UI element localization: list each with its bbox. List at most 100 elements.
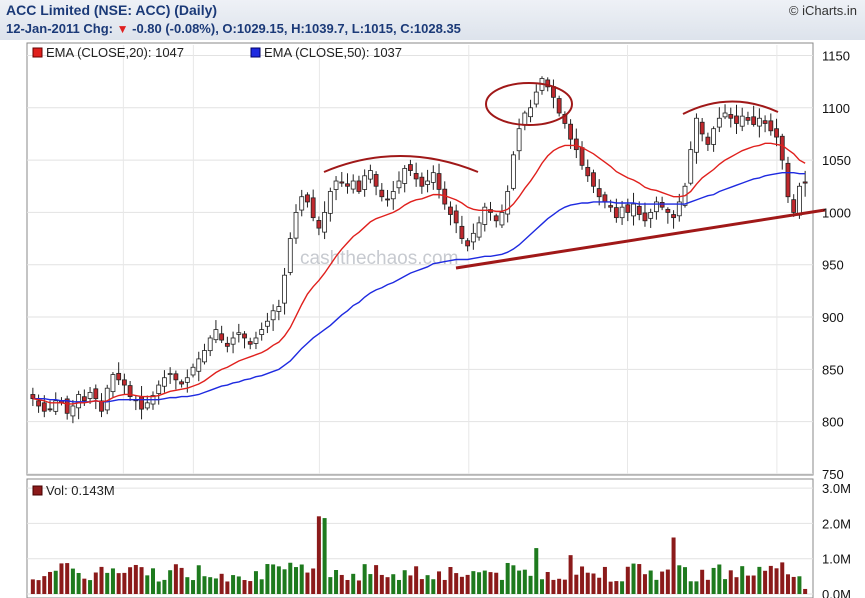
volume-bar [728,570,733,594]
candle-down [728,114,734,119]
volume-bar [803,588,808,594]
volume-bar [414,566,419,594]
candle-up [270,310,276,321]
volume-bar [602,566,607,594]
volume-bar [93,572,98,594]
volume-bar [797,576,802,594]
volume-bar [139,567,144,594]
candle-down [602,194,608,203]
candle-up [430,172,436,183]
volume-bar [30,579,35,594]
volume-bar [660,571,665,594]
volume-bar [751,575,756,594]
volume-bar [122,572,127,594]
candle-up [265,320,270,327]
volume-bar [522,569,527,594]
volume-bar [425,575,430,594]
candle-up [104,387,110,411]
candle-up [648,212,654,219]
volume-bar [59,563,64,594]
candle-up [396,180,402,189]
candle-down [762,120,768,124]
volume-bar [780,562,785,594]
candle-down [665,208,671,213]
volume-bar [551,579,556,594]
candle-down [568,123,573,140]
volume-bar [265,564,270,594]
ema50-legend-label: EMA (CLOSE,50): 1037 [264,45,402,60]
candle-down [671,214,676,219]
candle-down [573,138,579,151]
volume-bar [179,567,184,594]
candle-down [356,180,362,192]
candle-up [299,196,305,211]
volume-bar [185,577,190,594]
volume-bar [242,580,247,594]
candle-down [247,341,253,345]
candle-down [699,121,705,135]
volume-bar [396,579,401,594]
candle-up [70,405,76,417]
volume-bar [482,570,487,594]
candle-down [305,194,310,203]
volume-bar [665,569,670,594]
candle-up [87,391,93,399]
volume-bar [597,577,602,594]
volume-bar [65,563,70,594]
volume-tick-label: 2.0M [822,516,851,531]
candle-down [173,373,179,381]
volume-bar [322,518,327,594]
candle-down [453,210,459,224]
candle-down [179,381,184,385]
volume-bar [168,570,173,594]
candle-down [493,215,499,222]
volume-bar [368,574,373,594]
volume-bar [683,567,688,594]
candle-down [93,388,99,400]
volume-bar [36,580,41,594]
volume-bar [568,555,573,594]
candle-down [459,225,465,239]
candle-up [253,337,259,344]
volume-bar [620,581,625,594]
volume-tick-label: 0.0M [822,587,851,598]
volume-bar [259,579,264,594]
volume-bar [328,577,333,594]
candle-down [41,402,47,412]
candle-down [224,342,230,347]
volume-bar [448,566,453,594]
candle-up [110,374,116,393]
volume-bar [110,568,115,594]
candle-down [36,400,41,407]
candle-down [316,220,322,229]
volume-bar [402,570,407,594]
candle-up [722,112,728,118]
candle-down [579,147,585,166]
volume-bar [276,566,281,594]
candle-up [716,117,722,128]
candle-up [202,350,207,363]
candle-down [47,408,53,411]
candle-down [774,128,779,138]
candle-up [528,107,533,118]
volume-bar [362,564,367,594]
candle-up [510,154,516,189]
volume-bar [48,571,53,594]
price-tick-label: 1000 [822,205,851,220]
volume-bar [745,575,750,594]
candle-up [694,117,699,153]
volume-bar [351,573,356,594]
ema50-swatch [250,47,261,58]
volume-bar [517,570,522,594]
candle-up [367,170,373,180]
candle-up [688,149,694,184]
candle-up [333,180,339,190]
candle-down [591,172,596,187]
candle-up [162,377,167,387]
candle-up [144,402,150,409]
candle-down [636,205,642,215]
volume-axis: 3.0M 2.0M 1.0M 0.0M [822,481,851,598]
volume-bar [145,575,150,594]
volume-bar [545,571,550,594]
volume-bar [539,579,544,594]
